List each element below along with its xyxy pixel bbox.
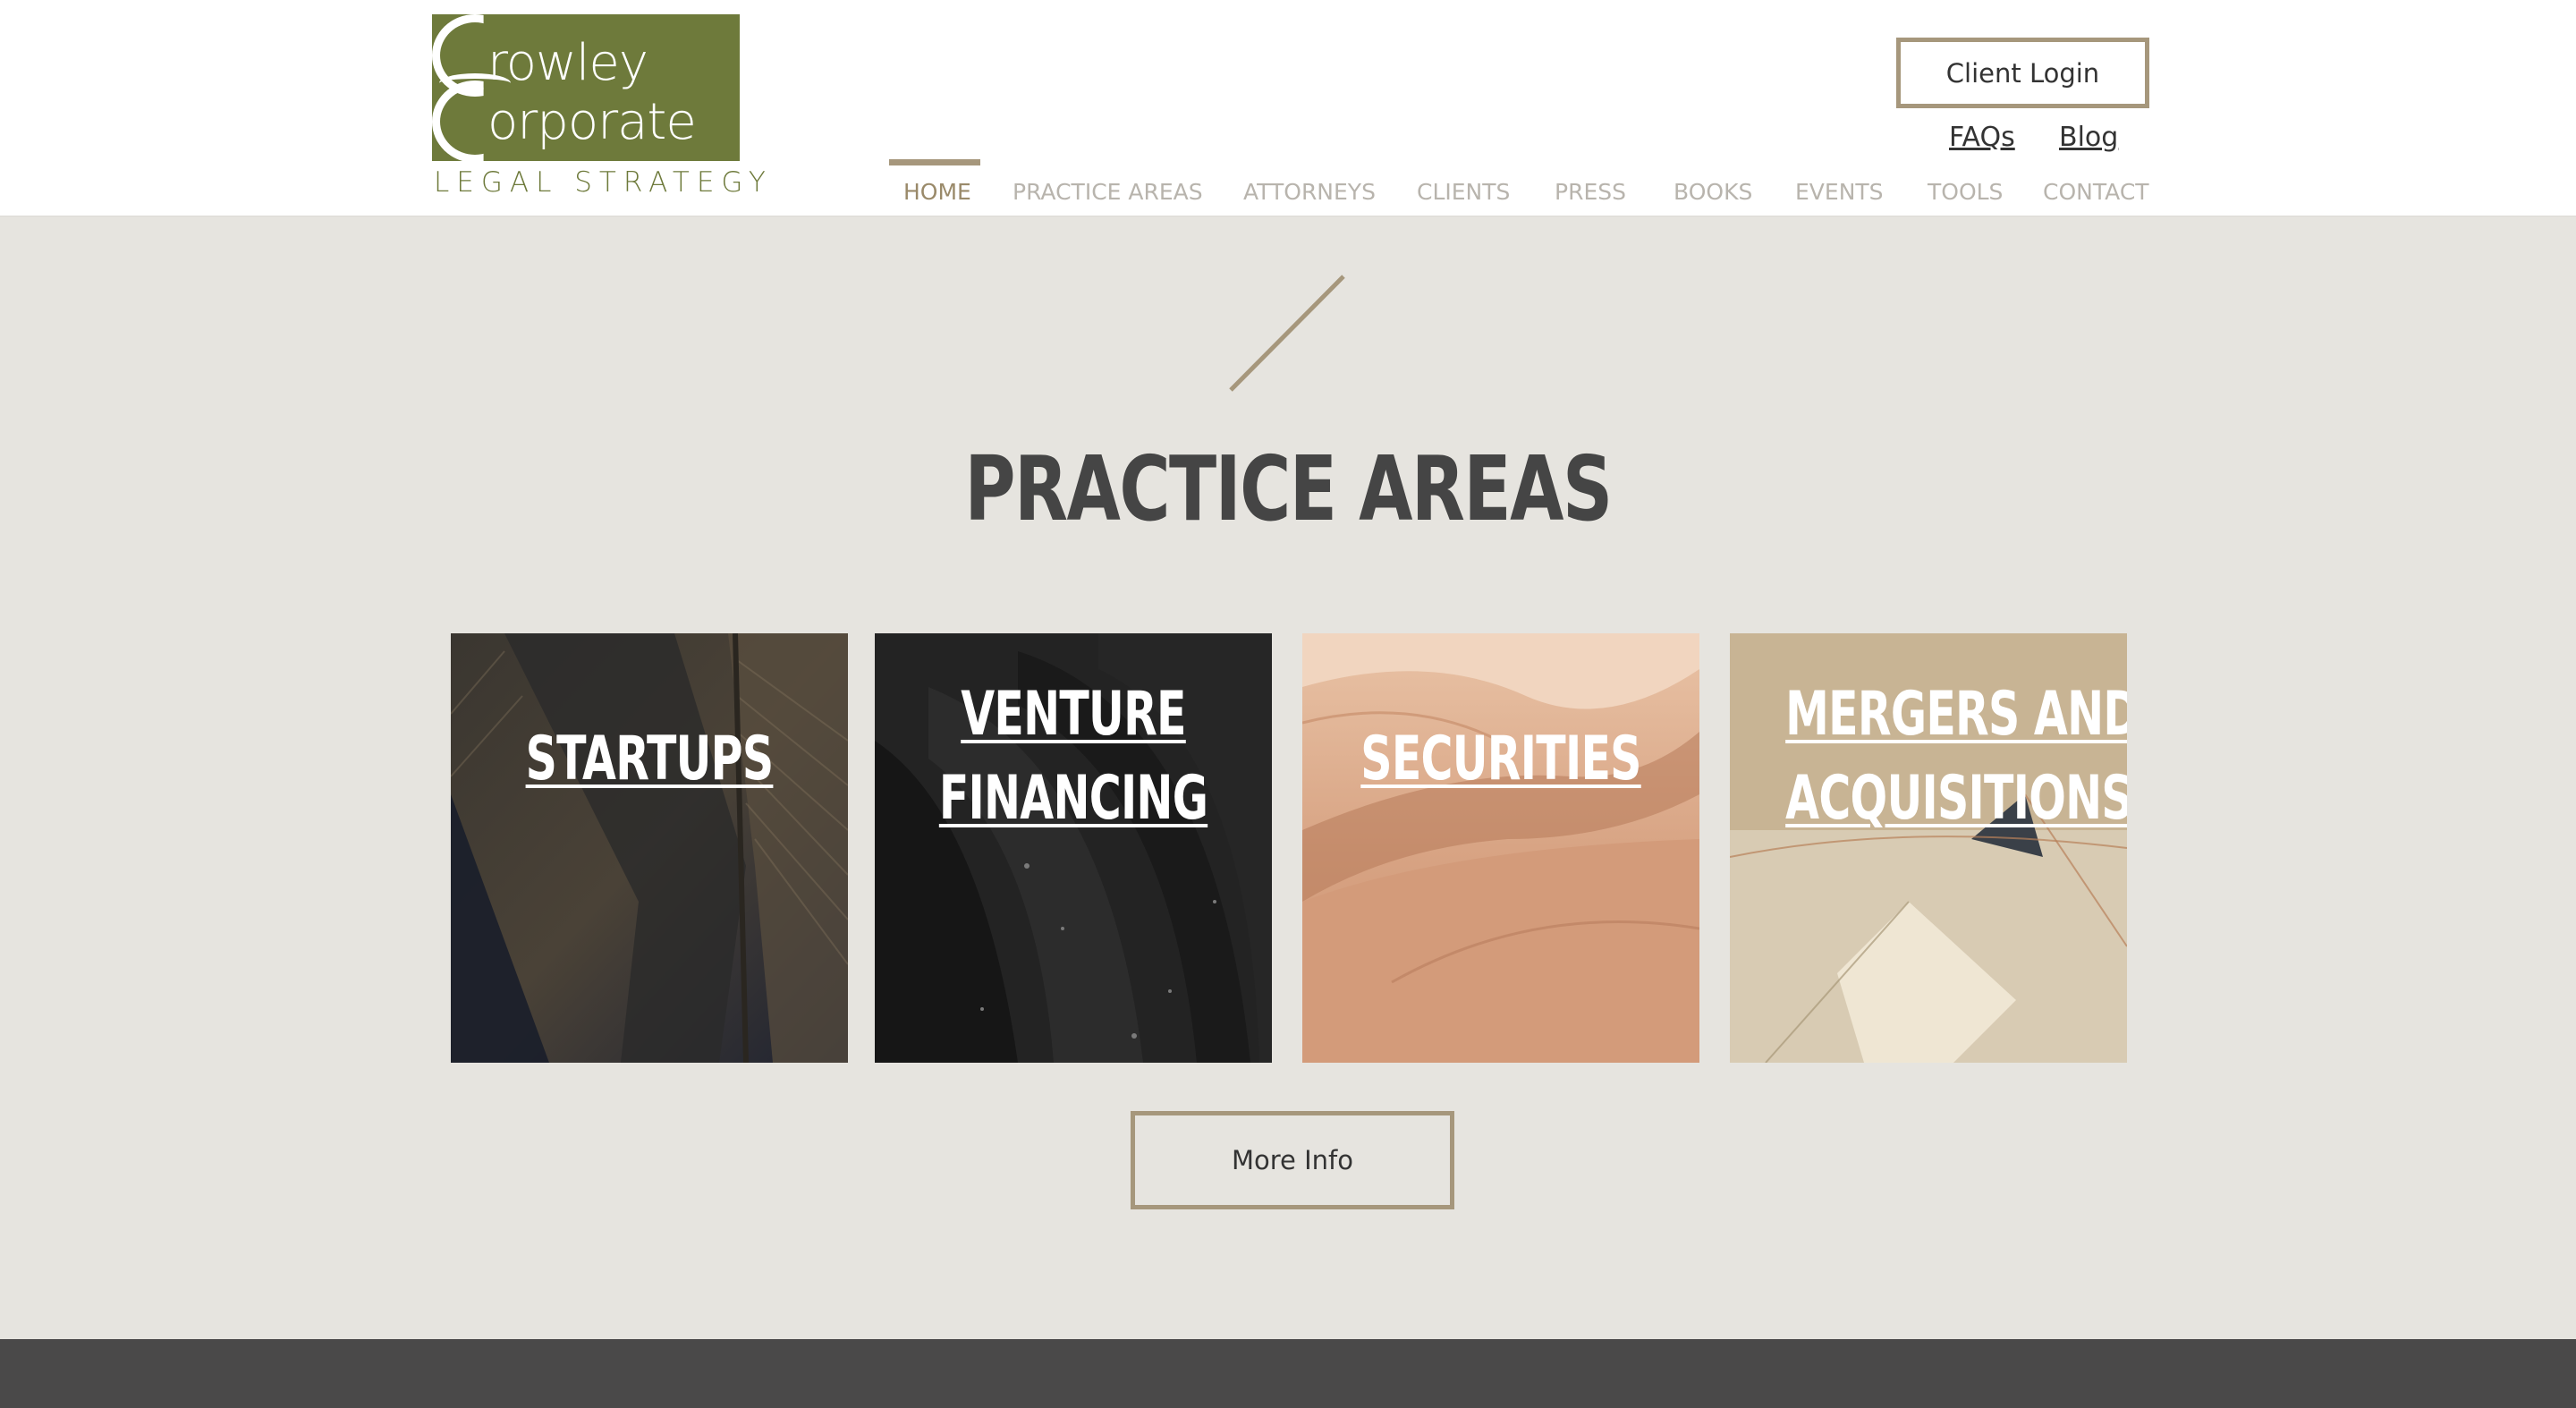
practice-card-venture-financing[interactable]: VENTURE FINANCING <box>875 633 1272 1063</box>
nav-item-press[interactable]: PRESS <box>1555 179 1626 205</box>
nav-item-events[interactable]: EVENTS <box>1795 179 1884 205</box>
logo-tagline: LEGAL STRATEGY <box>434 166 773 199</box>
section-title: PRACTICE AREAS <box>964 437 1613 541</box>
card-title-financing[interactable]: FINANCING <box>930 757 1216 841</box>
decorative-slash <box>1229 275 1345 392</box>
nav-item-tools[interactable]: TOOLS <box>1928 179 2003 205</box>
card-image-leaf <box>451 633 848 1063</box>
card-title-mergers[interactable]: MERGERS AND <box>1785 673 2127 757</box>
company-logo[interactable]: rowley orporate LEGAL STRATEGY <box>432 14 766 199</box>
nav-item-attorneys[interactable]: ATTORNEYS <box>1243 179 1376 205</box>
nav-item-books[interactable]: BOOKS <box>1674 179 1752 205</box>
footer-bar <box>0 1339 2576 1408</box>
nav-item-practice-areas[interactable]: PRACTICE AREAS <box>1013 179 1203 205</box>
logo-text-line2: orporate <box>487 93 697 151</box>
more-info-button[interactable]: More Info <box>1131 1111 1454 1209</box>
nav-item-clients[interactable]: CLIENTS <box>1417 179 1510 205</box>
nav-active-indicator <box>889 159 980 165</box>
site-header: rowley orporate LEGAL STRATEGY Client Lo… <box>0 0 2576 216</box>
nav-item-contact[interactable]: CONTACT <box>2043 179 2149 205</box>
practice-card-securities[interactable]: SECURITIES <box>1302 633 1699 1063</box>
practice-card-mergers-acquisitions[interactable]: MERGERS AND ACQUISITIONS <box>1730 633 2127 1063</box>
card-image-dunes <box>1302 633 1699 1063</box>
card-title-venture[interactable]: VENTURE <box>930 673 1216 757</box>
logo-badge: rowley orporate <box>432 14 740 163</box>
logo-text-line1: rowley <box>487 34 648 92</box>
card-title-securities[interactable]: SECURITIES <box>1358 717 1644 802</box>
blog-link[interactable]: Blog <box>2059 122 2118 153</box>
practice-card-startups[interactable]: STARTUPS <box>451 633 848 1063</box>
faqs-link[interactable]: FAQs <box>1949 122 2015 153</box>
client-login-button[interactable]: Client Login <box>1896 38 2149 108</box>
card-title-startups[interactable]: STARTUPS <box>506 717 792 802</box>
nav-item-home[interactable]: HOME <box>903 179 971 205</box>
card-title-acquisitions[interactable]: ACQUISITIONS <box>1785 757 2127 841</box>
